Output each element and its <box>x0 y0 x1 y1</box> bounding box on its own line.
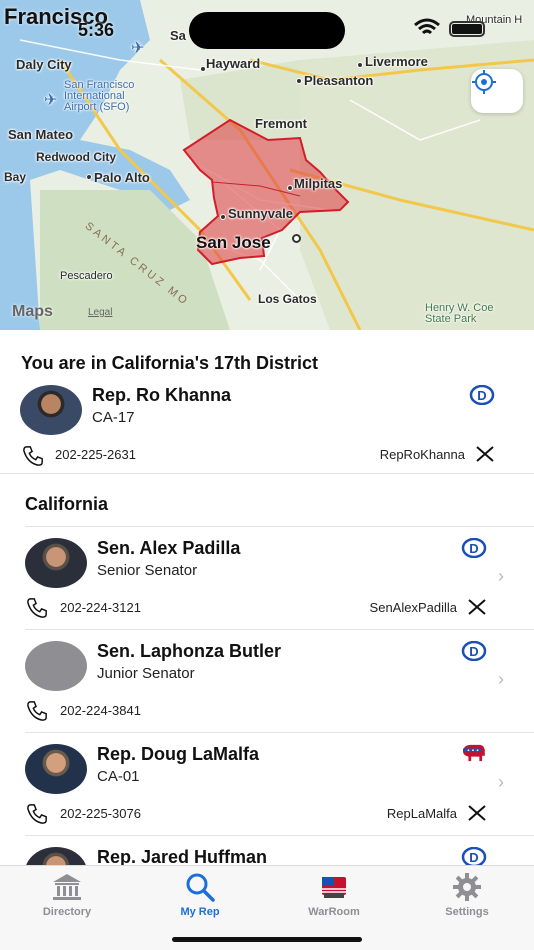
republican-elephant-icon <box>463 744 485 762</box>
member-card-huffman[interactable]: Rep. Jared Huffman D <box>0 845 534 865</box>
map-label-san-mateo: San Mateo <box>8 127 74 142</box>
member-card-padilla[interactable]: Sen. Alex Padilla Senior Senator D › 202… <box>0 536 534 628</box>
democrat-party-icon: D <box>469 385 495 405</box>
member-subtitle: Senior Senator <box>97 562 198 579</box>
map-label-pleasanton: Pleasanton <box>304 73 374 88</box>
rep-name: Rep. Ro Khanna <box>92 385 232 405</box>
gear-icon <box>453 873 481 901</box>
map-label-san-jose: San Jose <box>196 233 271 252</box>
divider <box>25 526 534 527</box>
tab-my-rep[interactable]: My Rep <box>140 872 260 918</box>
svg-text:D: D <box>477 388 486 403</box>
member-name: Rep. Jared Huffman <box>97 847 268 865</box>
svg-text:D: D <box>469 644 478 659</box>
map-label-park: Henry W. Coe State Park <box>425 302 494 325</box>
district-rep-card[interactable]: Rep. Ro Khanna CA-17 D 202-225-2631 RepR… <box>0 383 534 473</box>
locate-button[interactable] <box>471 69 523 113</box>
phone-number[interactable]: 202-225-2631 <box>55 447 136 462</box>
avatar <box>25 538 87 588</box>
rep-subtitle: CA-17 <box>92 409 135 426</box>
tab-label: My Rep <box>180 906 220 918</box>
map-label-bay: Bay <box>4 170 27 184</box>
phone-number[interactable]: 202-225-3076 <box>60 806 141 821</box>
dynamic-island <box>189 12 345 49</box>
tab-directory[interactable]: Directory <box>7 872 127 918</box>
avatar <box>25 744 87 794</box>
map-label-pescadero: Pescadero <box>60 270 113 282</box>
warroom-icon <box>322 877 346 898</box>
status-time: 5:36 <box>78 20 115 40</box>
phone-number[interactable]: 202-224-3841 <box>60 703 141 718</box>
airport-icon: ✈ <box>44 92 58 109</box>
battery-icon <box>449 21 485 37</box>
chevron-right-icon[interactable]: › <box>498 772 504 793</box>
tab-warroom[interactable]: WarRoom <box>274 872 394 918</box>
member-name: Sen. Alex Padilla <box>97 538 241 558</box>
divider <box>25 835 534 836</box>
democrat-party-icon: D <box>461 641 487 661</box>
apple-maps-logo: Maps <box>12 303 53 320</box>
map-label-daly-city: Daly City <box>16 57 72 72</box>
crosshair-icon <box>472 70 496 94</box>
x-handle[interactable]: SenAlexPadilla <box>330 600 457 615</box>
status-bar: Francisco 5:36 <box>0 0 534 49</box>
chevron-right-icon[interactable]: › <box>498 669 504 690</box>
x-handle[interactable]: RepRoKhanna <box>348 447 465 462</box>
district-title: You are in California's 17th District <box>21 353 319 373</box>
tab-label: WarRoom <box>308 906 360 918</box>
x-logo-icon[interactable] <box>468 805 486 821</box>
tab-label: Settings <box>445 906 489 918</box>
svg-text:D: D <box>469 541 478 556</box>
x-handle[interactable]: RepLaMalfa <box>340 806 457 821</box>
map-city-dot <box>200 66 206 72</box>
map-label-redwood-city: Redwood City <box>36 150 116 164</box>
member-subtitle: CA-01 <box>97 768 140 785</box>
member-name: Rep. Doug LaMalfa <box>97 744 260 764</box>
phone-icon[interactable] <box>25 803 49 825</box>
avatar <box>25 847 87 865</box>
map-city-dot <box>287 185 293 191</box>
wifi-icon <box>414 18 440 35</box>
tab-label: Directory <box>42 906 92 918</box>
democrat-party-icon: D <box>461 847 487 865</box>
map-label-milpitas: Milpitas <box>294 176 343 191</box>
legal-link[interactable]: Legal <box>88 307 112 318</box>
member-card-butler[interactable]: Sen. Laphonza Butler Junior Senator D › … <box>0 639 534 731</box>
map-label-hayward: Hayward <box>206 56 261 71</box>
map-label-los-gatos: Los Gatos <box>258 292 317 306</box>
district-map[interactable]: Daly City Hayward Livermore Pleasanton S… <box>0 0 534 330</box>
x-logo-icon[interactable] <box>476 446 494 462</box>
member-subtitle: Junior Senator <box>97 665 195 682</box>
chevron-right-icon[interactable]: › <box>498 566 504 587</box>
map-label-sfo: San Francisco International Airport (SFO… <box>64 79 135 113</box>
phone-number[interactable]: 202-224-3121 <box>60 600 141 615</box>
map-city-dot <box>357 62 363 68</box>
map-city-dot <box>220 214 226 220</box>
bank-icon <box>53 874 81 900</box>
divider <box>25 732 534 733</box>
map-city-dot <box>86 174 92 180</box>
map-city-dot <box>292 234 301 243</box>
state-section-title: California <box>25 494 109 514</box>
avatar <box>20 385 82 435</box>
map-label-livermore: Livermore <box>365 54 428 69</box>
phone-icon[interactable] <box>25 597 49 619</box>
map-label-sunnyvale: Sunnyvale <box>228 206 294 221</box>
member-card-lamalfa[interactable]: Rep. Doug LaMalfa CA-01 › 202-225-3076 R… <box>0 742 534 834</box>
map-city-dot <box>296 78 302 84</box>
svg-text:D: D <box>469 850 478 865</box>
tab-settings[interactable]: Settings <box>407 872 527 918</box>
x-logo-icon[interactable] <box>468 599 486 615</box>
map-label-fremont: Fremont <box>255 116 307 131</box>
divider <box>25 629 534 630</box>
map-label-palo-alto: Palo Alto <box>94 170 150 185</box>
home-indicator <box>172 937 362 942</box>
search-icon <box>186 873 215 902</box>
phone-icon[interactable] <box>21 445 45 467</box>
democrat-party-icon: D <box>461 538 487 558</box>
avatar <box>25 641 87 691</box>
divider <box>0 473 534 474</box>
member-name: Sen. Laphonza Butler <box>97 641 282 661</box>
phone-icon[interactable] <box>25 700 49 722</box>
